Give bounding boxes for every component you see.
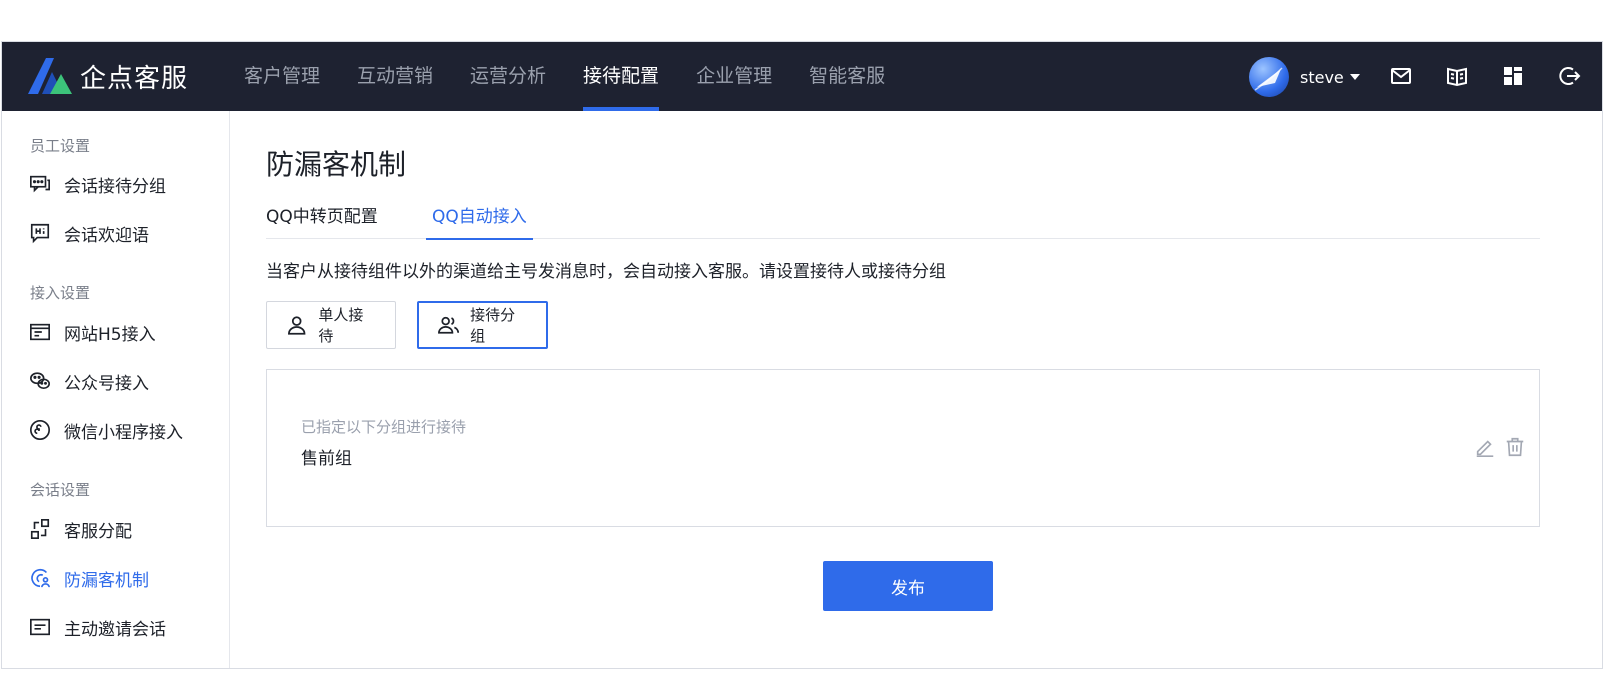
nav-smart-service[interactable]: 智能客服 [793, 42, 901, 111]
assigned-group-name: 售前组 [301, 449, 352, 469]
mail-icon[interactable] [1387, 62, 1415, 90]
page-title: 防漏客机制 [266, 148, 407, 181]
assigned-group-card: 已指定以下分组进行接待 售前组 [266, 369, 1540, 527]
hi-message-icon [28, 221, 52, 245]
sidebar-item-label: 客服分配 [64, 521, 132, 542]
brand-logo[interactable]: 企点客服 [28, 58, 188, 94]
sidebar-item-distribution[interactable]: 客服分配 [28, 514, 228, 544]
person-icon [288, 316, 306, 335]
sidebar-group-session: 会话设置 [30, 481, 91, 499]
top-bar: 企点客服 客户管理 互动营销 运营分析 接待配置 企业管理 智能客服 steve [2, 42, 1602, 111]
sidebar-item-label: 会话接待分组 [64, 176, 166, 197]
anti-leak-icon [28, 566, 52, 590]
sidebar-item-label: 公众号接入 [64, 373, 149, 394]
chat-group-icon [28, 172, 52, 196]
group-reception-label: 接待分组 [470, 306, 516, 345]
people-group-icon [438, 316, 460, 334]
sidebar-item-label: 网站H5接入 [64, 324, 156, 345]
card-actions [1467, 434, 1527, 460]
nav-enterprise-management[interactable]: 企业管理 [680, 42, 788, 111]
sidebar-item-welcome[interactable]: 会话欢迎语 [28, 218, 228, 248]
avatar [1249, 57, 1289, 97]
assigned-group-hint: 已指定以下分组进行接待 [301, 418, 467, 436]
group-reception-button[interactable]: 接待分组 [417, 301, 548, 349]
nav-operation-analysis[interactable]: 运营分析 [454, 42, 562, 111]
sidebar-item-label: 会话欢迎语 [64, 225, 149, 246]
sidebar: 员工设置 会话接待分组 会话欢迎语 接入设置 网站H5接入 公众号接入 微信小程… [2, 111, 230, 668]
sidebar-item-mini-program[interactable]: 微信小程序接入 [28, 415, 228, 445]
main-nav: 客户管理 互动营销 运营分析 接待配置 企业管理 智能客服 [228, 42, 906, 111]
logout-icon[interactable] [1555, 62, 1583, 90]
publish-button[interactable]: 发布 [823, 561, 993, 611]
tab-qq-auto-access[interactable]: QQ自动接入 [426, 203, 533, 240]
trash-icon[interactable] [1503, 434, 1527, 460]
description-text: 当客户从接待组件以外的渠道给主号发消息时，会自动接入客服。请设置接待人或接待分组 [266, 262, 946, 282]
sidebar-item-anti-leak[interactable]: 防漏客机制 [28, 563, 228, 593]
nav-reception-config[interactable]: 接待配置 [567, 42, 675, 111]
chevron-down-icon [1349, 74, 1360, 80]
distribute-icon [28, 517, 52, 541]
brand-logo-icon [28, 58, 72, 94]
sidebar-item-official-account[interactable]: 公众号接入 [28, 366, 228, 396]
nav-customer-management[interactable]: 客户管理 [228, 42, 336, 111]
avatar-plane-icon [1254, 67, 1283, 91]
single-reception-label: 单人接待 [318, 306, 364, 345]
username: steve [1300, 67, 1344, 87]
wechat-icon [28, 369, 52, 393]
sidebar-item-label: 防漏客机制 [64, 570, 149, 591]
tab-bar: QQ中转页配置 QQ自动接入 [266, 203, 1540, 240]
sidebar-item-chat-group[interactable]: 会话接待分组 [28, 169, 228, 199]
brand-name: 企点客服 [80, 63, 189, 94]
sidebar-item-label: 微信小程序接入 [64, 422, 183, 443]
book-icon[interactable] [1443, 62, 1471, 90]
app-window: 企点客服 客户管理 互动营销 运营分析 接待配置 企业管理 智能客服 steve [1, 41, 1603, 669]
invite-icon [28, 615, 52, 639]
edit-icon[interactable] [1473, 434, 1497, 460]
main-content: 防漏客机制 QQ中转页配置 QQ自动接入 当客户从接待组件以外的渠道给主号发消息… [230, 111, 1602, 668]
apps-grid-icon[interactable] [1499, 62, 1527, 90]
user-menu[interactable]: steve [1249, 56, 1360, 98]
sidebar-item-web-h5[interactable]: 网站H5接入 [28, 317, 228, 347]
nav-interactive-marketing[interactable]: 互动营销 [341, 42, 449, 111]
tab-qq-transfer-page[interactable]: QQ中转页配置 [260, 203, 384, 239]
single-reception-button[interactable]: 单人接待 [266, 301, 396, 349]
top-icon-bar [1387, 62, 1602, 90]
sidebar-group-access: 接入设置 [30, 284, 91, 302]
sidebar-group-staff: 员工设置 [30, 137, 91, 155]
sidebar-item-label: 主动邀请会话 [64, 619, 166, 640]
sidebar-item-invite[interactable]: 主动邀请会话 [28, 612, 228, 642]
web-page-icon [28, 320, 52, 344]
mini-program-icon [28, 418, 52, 442]
